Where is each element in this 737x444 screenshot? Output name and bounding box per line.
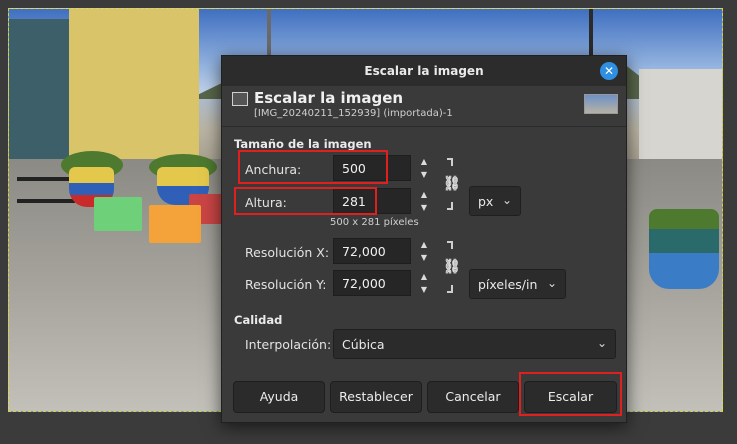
size-chain-link[interactable]: ⛓ [443,158,461,210]
chain-link-icon[interactable]: ⛓ [443,174,461,194]
image-thumbnail [584,94,618,114]
spin-up-icon[interactable]: ▲ [416,155,432,168]
height-label: Altura: [245,195,287,210]
height-input[interactable]: 281 [333,188,411,214]
size-pixels-note: 500 x 281 píxeles [330,217,419,228]
width-stepper[interactable]: ▲ ▼ [416,155,432,181]
chevron-down-icon: ⌄ [546,276,557,290]
resolution-x-stepper[interactable]: ▲ ▼ [416,238,432,264]
chain-link-icon[interactable]: ⛓ [443,257,461,277]
resolution-unit-value: píxeles/in [478,277,538,292]
help-button[interactable]: Ayuda [233,381,325,413]
spin-up-icon[interactable]: ▲ [416,270,432,283]
chain-bracket-top [447,158,453,166]
photo-bench [17,177,75,203]
scale-image-icon [232,92,248,106]
cancel-button[interactable]: Cancelar [427,381,519,413]
interpolation-value: Cúbica [342,337,385,352]
spin-down-icon[interactable]: ▼ [416,251,432,264]
spin-down-icon[interactable]: ▼ [416,201,432,214]
chain-bracket-top [447,241,453,249]
height-stepper[interactable]: ▲ ▼ [416,188,432,214]
chevron-down-icon: ⌄ [596,336,607,350]
spin-down-icon[interactable]: ▼ [416,168,432,181]
reset-button[interactable]: Restablecer [330,381,422,413]
interpolation-label: Interpolación: [245,337,332,352]
chain-bracket-bottom [447,202,453,210]
resolution-chain-link[interactable]: ⛓ [443,241,461,293]
photo-planter [649,209,719,289]
scale-button[interactable]: Escalar [524,381,617,413]
spin-up-icon[interactable]: ▲ [416,238,432,251]
unit-select[interactable]: px ⌄ [469,186,521,216]
width-label: Anchura: [245,162,302,177]
quality-section-title: Calidad [234,313,283,327]
dialog-header-title: Escalar la imagen [254,89,404,107]
dialog-window-title: Escalar la imagen [364,64,484,78]
resolution-unit-select[interactable]: píxeles/in ⌄ [469,269,566,299]
photo-cube [94,197,142,231]
header-divider [222,126,626,127]
spin-up-icon[interactable]: ▲ [416,188,432,201]
close-icon[interactable]: ✕ [600,62,618,80]
scale-image-dialog: Escalar la imagen ✕ Escalar la imagen [I… [221,55,627,423]
photo-building [69,9,199,159]
image-size-section-title: Tamaño de la imagen [234,137,372,151]
chain-bracket-bottom [447,285,453,293]
unit-select-value: px [478,194,494,209]
resolution-x-input[interactable]: 72,000 [333,238,411,264]
chevron-down-icon: ⌄ [501,193,512,207]
dialog-header-subtitle: [IMG_20240211_152939] (importada)-1 [254,108,453,119]
width-input[interactable]: 500 [333,155,411,181]
resolution-y-stepper[interactable]: ▲ ▼ [416,270,432,296]
dialog-titlebar[interactable]: Escalar la imagen [222,56,626,86]
resolution-y-label: Resolución Y: [245,277,327,292]
resolution-x-label: Resolución X: [245,245,330,260]
spin-down-icon[interactable]: ▼ [416,283,432,296]
photo-building [639,69,722,169]
resolution-y-input[interactable]: 72,000 [333,270,411,296]
photo-cube [149,205,201,243]
interpolation-select[interactable]: Cúbica ⌄ [333,329,616,359]
